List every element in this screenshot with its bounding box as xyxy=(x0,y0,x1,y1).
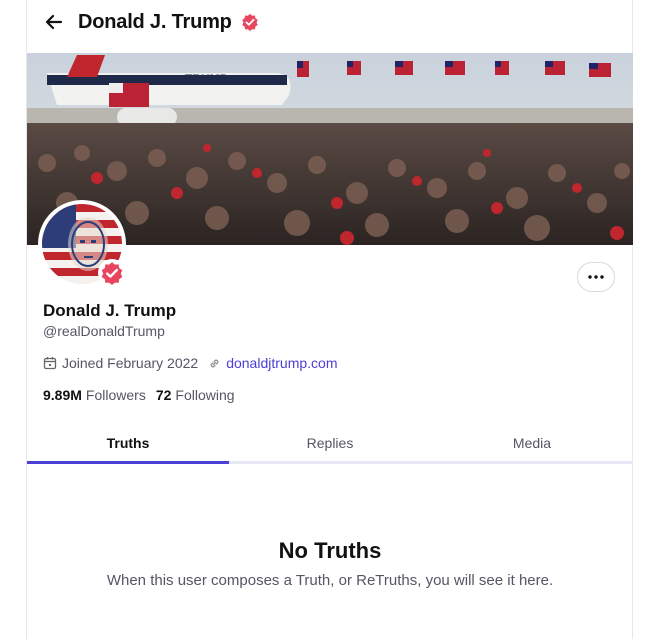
following-label: Following xyxy=(175,387,235,403)
empty-state-subtitle: When this user composes a Truth, or ReTr… xyxy=(106,572,554,589)
arrow-left-icon xyxy=(45,14,63,30)
display-name: Donald J. Trump xyxy=(43,301,177,320)
page-title-text: Donald J. Trump xyxy=(78,10,232,33)
banner-image: TRUMP xyxy=(27,53,633,245)
empty-state-title: No Truths xyxy=(278,538,382,563)
followers-count: 9.89M xyxy=(43,387,82,403)
page-title: Donald J. Trump xyxy=(78,11,259,34)
tab-truths[interactable]: Truths xyxy=(27,424,229,464)
joined-date: Joined February 2022 xyxy=(62,355,199,371)
verified-badge-icon xyxy=(241,13,259,32)
tab-media[interactable]: Media xyxy=(431,424,633,461)
following-link[interactable]: 72 Following xyxy=(156,387,235,403)
profile-banner: TRUMP xyxy=(27,53,633,245)
tab-replies[interactable]: Replies xyxy=(229,424,431,461)
profile-page: Donald J. Trump TRUMP Donald J. Trump @r… xyxy=(0,0,661,639)
profile-meta: Joined February 2022 donaldjtrump.com xyxy=(43,355,337,371)
ellipsis-icon xyxy=(588,275,604,279)
avatar-verified-icon xyxy=(98,259,126,287)
plane-text: TRUMP xyxy=(185,72,228,86)
profile-tabs: Truths Replies Media xyxy=(27,424,633,464)
top-bar: Donald J. Trump xyxy=(42,8,259,36)
link-icon xyxy=(208,357,221,370)
calendar-icon xyxy=(43,356,57,370)
followers-link[interactable]: 9.89M Followers xyxy=(43,387,146,403)
website-link[interactable]: donaldjtrump.com xyxy=(226,355,337,371)
back-button[interactable] xyxy=(42,10,66,34)
followers-label: Followers xyxy=(85,387,146,403)
following-count: 72 xyxy=(155,387,172,403)
follow-stats: 9.89M Followers 72 Following xyxy=(43,387,235,403)
more-options-button[interactable] xyxy=(577,262,615,292)
username-handle: @realDonaldTrump xyxy=(43,323,165,339)
